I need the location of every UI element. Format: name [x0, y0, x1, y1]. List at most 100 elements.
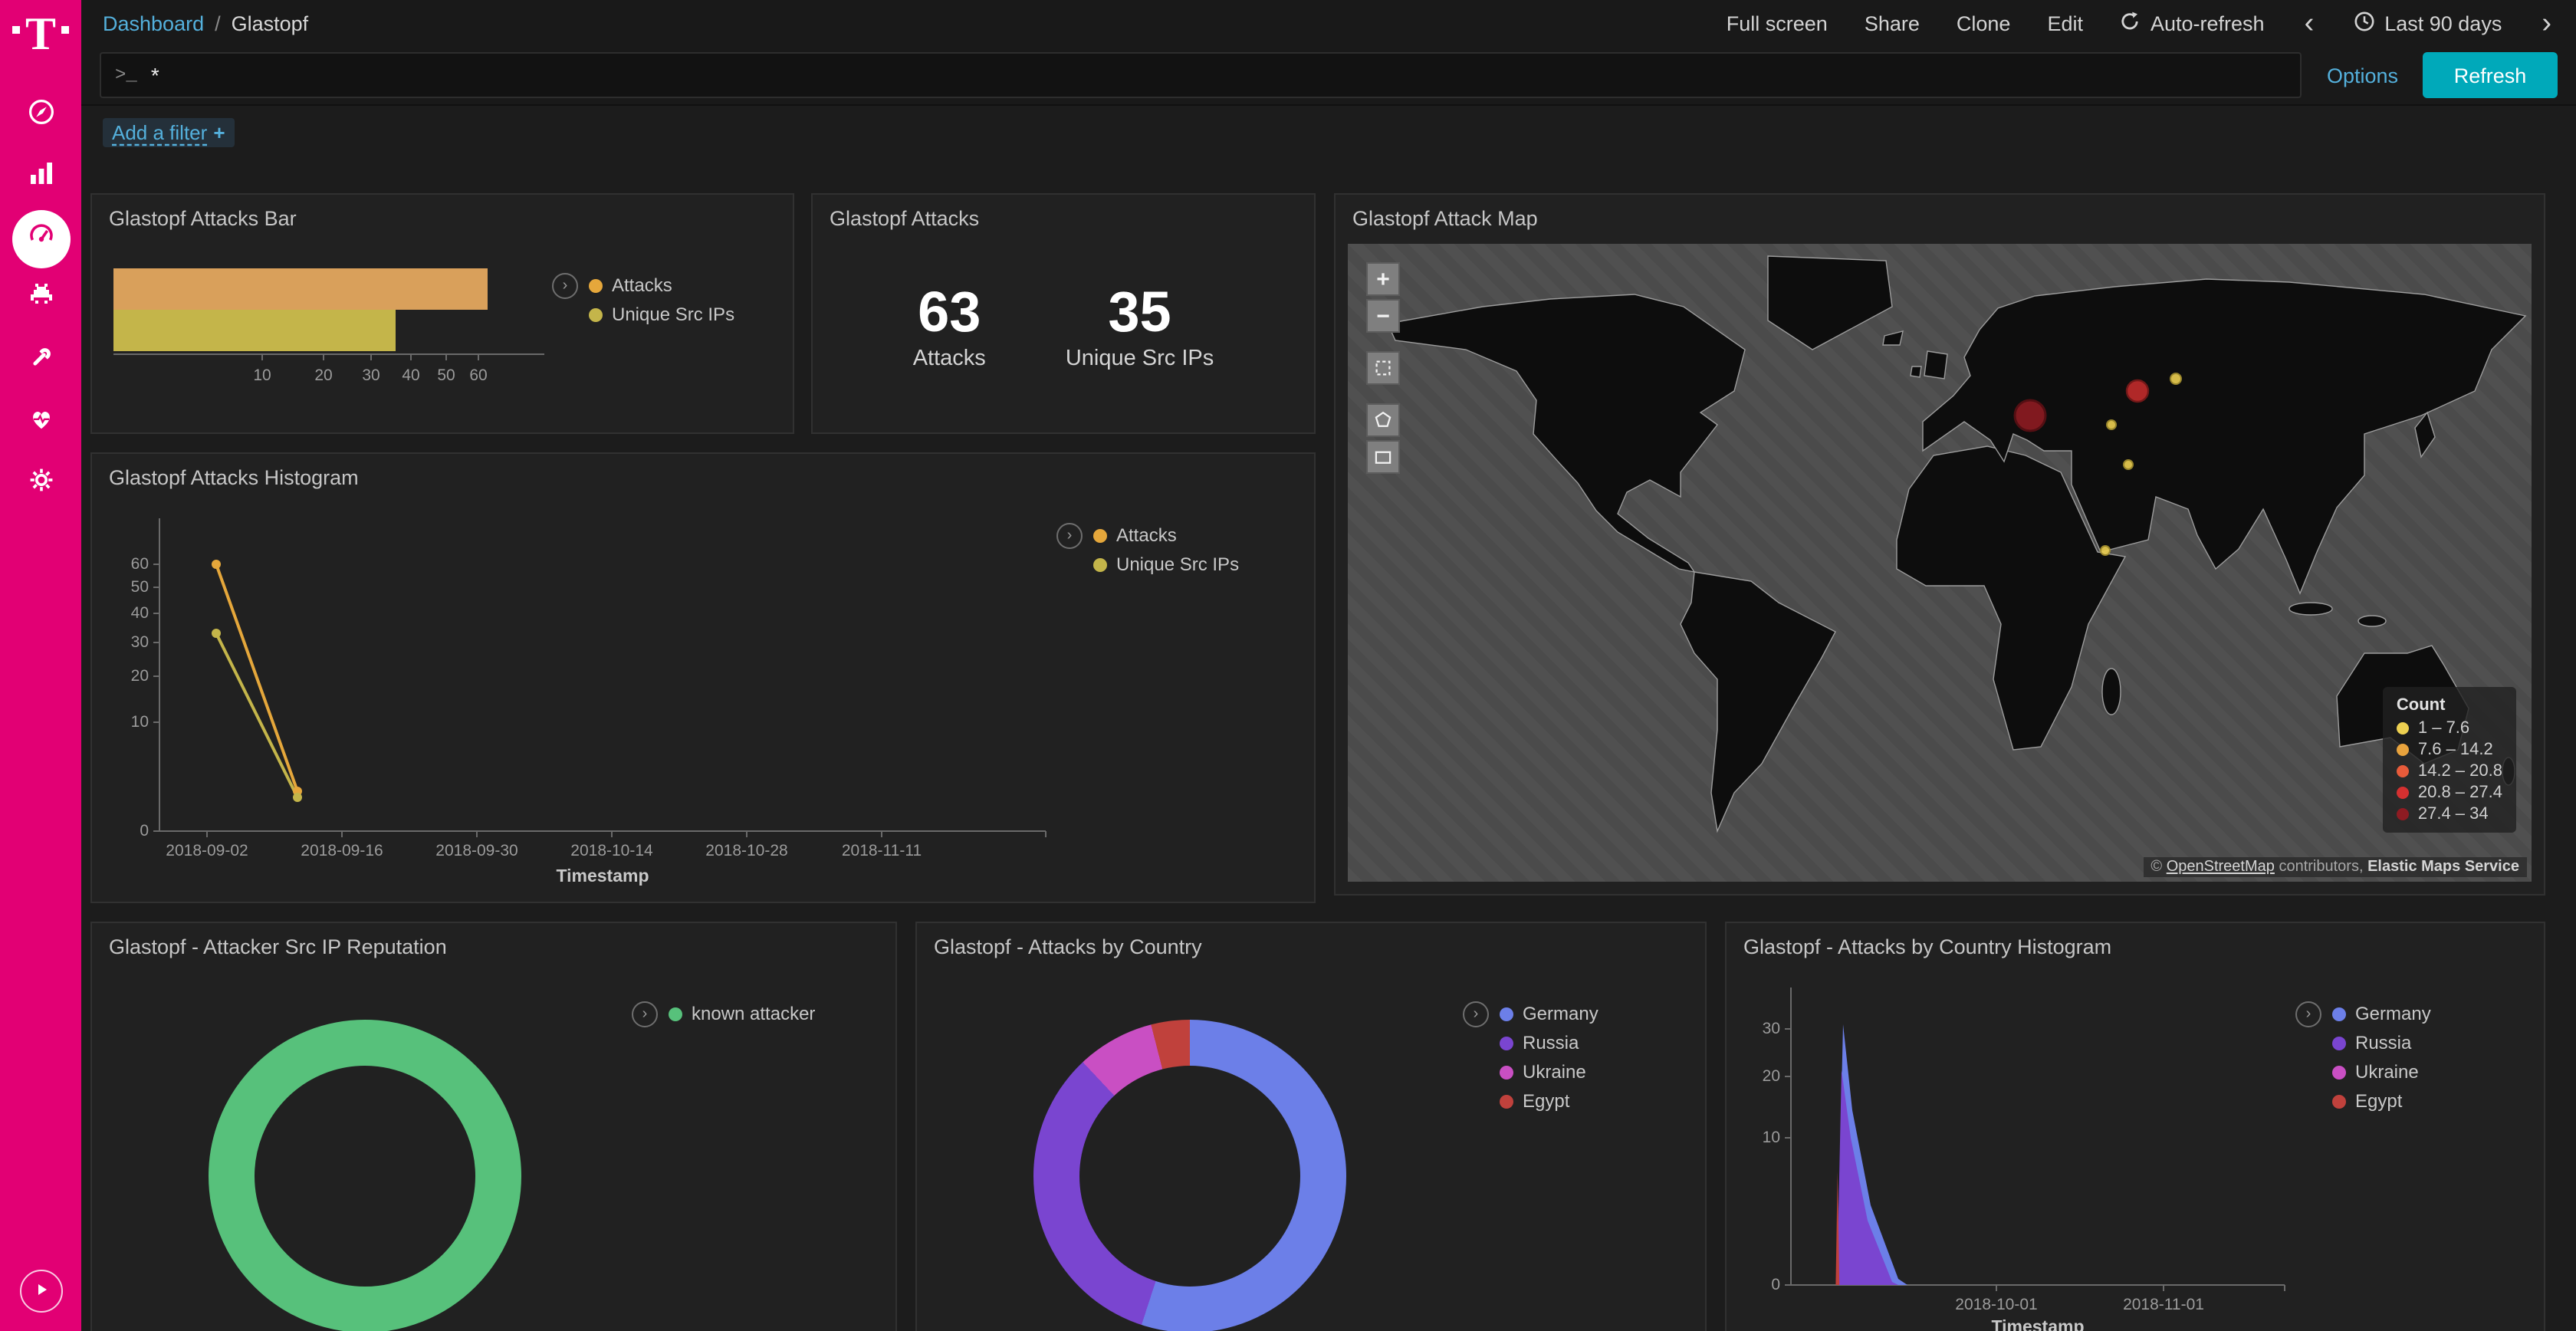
time-range-picker[interactable]: Last 90 days [2354, 10, 2502, 36]
sidebar-item-management[interactable] [12, 455, 70, 513]
sidebar-item-discover[interactable] [12, 87, 70, 145]
land-uk [1924, 351, 1947, 379]
metric-label: Attacks [913, 346, 986, 370]
panel-attack-map: Glastopf Attack Map [1334, 193, 2545, 896]
reputation-donut-chart [209, 1020, 521, 1331]
legend-item-egypt[interactable]: Egypt [2332, 1090, 2431, 1112]
panel-title: Glastopf - Attacks by Country [917, 923, 1705, 971]
x-tick: 20 [314, 366, 332, 384]
time-back-chevron[interactable]: ‹ [2302, 8, 2318, 38]
filter-bar: Add a filter+ [81, 106, 2576, 158]
legend-label: Egypt [2355, 1090, 2402, 1112]
panel-title: Glastopf - Attacker Src IP Reputation [92, 923, 895, 971]
openstreetmap-link[interactable]: OpenStreetMap [2167, 859, 2275, 876]
breadcrumb-dashboard-link[interactable]: Dashboard [103, 12, 204, 35]
top-nav-menu: Full screen Share Clone Edit Auto-refres… [1727, 8, 2555, 38]
clone-button[interactable]: Clone [1957, 12, 2011, 35]
time-forward-chevron[interactable]: › [2538, 8, 2555, 38]
legend-item-attacks[interactable]: Attacks [589, 274, 734, 296]
options-link[interactable]: Options [2327, 64, 2398, 87]
panel-ip-reputation: Glastopf - Attacker Src IP Reputation › … [90, 922, 897, 1331]
legend-item-ukraine[interactable]: Ukraine [2332, 1061, 2431, 1083]
map-attribution: © OpenStreetMap contributors, Elastic Ma… [2143, 857, 2527, 877]
attack-dot-small [2101, 546, 2110, 555]
legend-item-attacks[interactable]: Attacks [1093, 524, 1239, 546]
bar-attacks [113, 268, 488, 310]
legend-toggle-icon[interactable]: › [2295, 1001, 2321, 1027]
x-tick: 2018-09-16 [301, 842, 383, 859]
query-prompt-icon: >_ [115, 64, 137, 86]
x-axis-label: Timestamp [1991, 1316, 2084, 1331]
auto-refresh-button[interactable]: Auto-refresh [2120, 10, 2265, 36]
attack-dot-medium [2127, 380, 2148, 402]
attribution-text: contributors, [2275, 859, 2367, 876]
sidebar-item-tpot[interactable] [12, 271, 70, 329]
legend-item-russia[interactable]: Russia [1500, 1032, 1598, 1053]
sidebar-item-visualize[interactable] [12, 148, 70, 206]
search-input[interactable]: >_ * [100, 52, 2302, 98]
top-nav: Dashboard / Glastopf Full screen Share C… [81, 0, 2576, 46]
full-screen-button[interactable]: Full screen [1727, 12, 1828, 35]
land-indonesia [2289, 603, 2332, 615]
y-tick: 60 [131, 555, 149, 573]
sidebar-item-dashboard[interactable] [12, 209, 70, 268]
x-tick: 40 [402, 366, 419, 384]
x-tick: 2018-11-11 [842, 842, 922, 859]
legend-dot [669, 1007, 682, 1020]
panel-attacks-histogram: Glastopf Attacks Histogram 60 50 40 30 2… [90, 452, 1316, 903]
legend-toggle-icon[interactable]: › [1056, 523, 1083, 549]
legend-item-unique-src-ips[interactable]: Unique Src IPs [589, 304, 734, 325]
land-greenland [1768, 256, 1892, 350]
y-tick: 40 [131, 604, 149, 622]
legend-item-known-attacker[interactable]: known attacker [669, 1003, 815, 1024]
bar-chart-icon [25, 158, 56, 196]
panel-title: Glastopf Attacks [813, 195, 1314, 242]
legend-dot [1500, 1036, 1513, 1050]
polygon-select-button[interactable] [1366, 403, 1400, 437]
world-map[interactable]: + − Count 1 – 7.6 [1348, 244, 2532, 882]
query-value: * [151, 63, 159, 87]
sidebar-collapse-button[interactable] [19, 1270, 62, 1313]
legend-item-egypt[interactable]: Egypt [1500, 1090, 1598, 1112]
legend-label: Attacks [1116, 524, 1177, 546]
add-filter-button[interactable]: Add a filter+ [103, 117, 235, 146]
chart-legend: › Attacks Unique Src IPs [552, 274, 734, 325]
legend-toggle-icon[interactable]: › [1463, 1001, 1489, 1027]
x-tick: 2018-09-30 [435, 842, 518, 859]
land-indonesia [2358, 616, 2386, 626]
legend-dot [2332, 1065, 2346, 1079]
panel-attacks-by-country: Glastopf - Attacks by Country › Germany … [915, 922, 1707, 1331]
legend-item-russia[interactable]: Russia [2332, 1032, 2431, 1053]
edit-button[interactable]: Edit [2047, 12, 2083, 35]
map-legend-row: 7.6 – 14.2 [2397, 741, 2502, 759]
play-icon [33, 1277, 48, 1305]
attack-dot-small [2107, 420, 2116, 429]
map-legend-row: 1 – 7.6 [2397, 719, 2502, 738]
legend-toggle-icon[interactable]: › [632, 1001, 658, 1027]
metric-unique-src-ips: 35 Unique Src IPs [1066, 282, 1214, 370]
legend-toggle-icon[interactable]: › [552, 273, 578, 299]
chart-legend: › Germany Russia Ukraine Egypt [2295, 1003, 2431, 1112]
sidebar-item-dev-tools[interactable] [12, 332, 70, 390]
rectangle-select-button[interactable] [1366, 440, 1400, 474]
legend-item-unique-src-ips[interactable]: Unique Src IPs [1093, 554, 1239, 575]
breadcrumb-current: Glastopf [232, 12, 309, 35]
sidebar-item-monitoring[interactable] [12, 393, 70, 452]
zoom-in-button[interactable]: + [1366, 262, 1400, 296]
legend-item-germany[interactable]: Germany [1500, 1003, 1598, 1024]
chart-legend: › Germany Russia Ukraine Egypt [1463, 1003, 1598, 1112]
zoom-out-button[interactable]: − [1366, 299, 1400, 333]
legend-item-ukraine[interactable]: Ukraine [1500, 1061, 1598, 1083]
legend-label: Egypt [1523, 1090, 1569, 1112]
metric-group: 63 Attacks 35 Unique Src IPs [813, 282, 1314, 370]
y-tick: 30 [1763, 1020, 1780, 1037]
map-canvas [1348, 244, 2532, 882]
fit-bounds-button[interactable] [1366, 351, 1400, 385]
heartbeat-icon [25, 403, 56, 442]
land-ireland [1911, 366, 1921, 377]
share-button[interactable]: Share [1865, 12, 1920, 35]
kibana-dashboard: T [0, 0, 2576, 1331]
legend-item-germany[interactable]: Germany [2332, 1003, 2431, 1024]
refresh-button[interactable]: Refresh [2423, 52, 2558, 98]
panel-title: Glastopf Attacks Histogram [92, 454, 1314, 501]
